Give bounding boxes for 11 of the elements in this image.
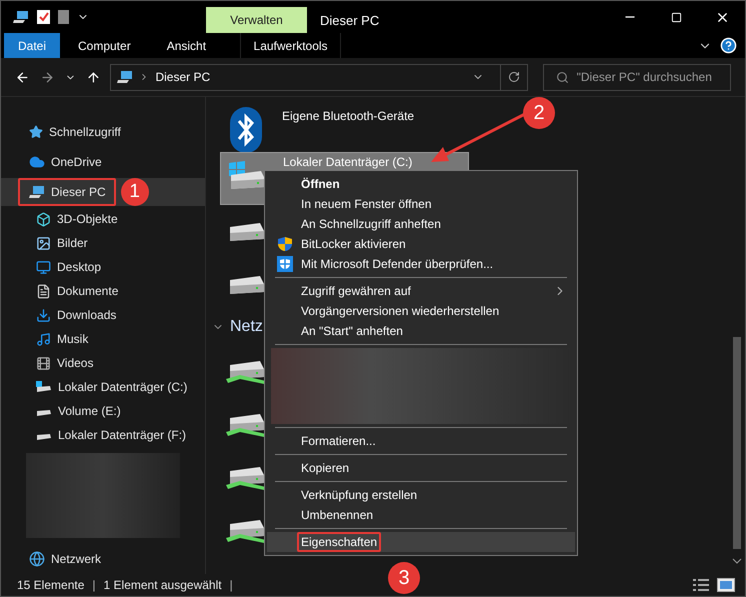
context-tab-header: Verwalten xyxy=(206,7,307,33)
status-text: | xyxy=(230,577,233,594)
address-path: Dieser PC xyxy=(155,69,210,86)
step-number-badge: 3 xyxy=(388,562,420,594)
status-text: 15 Elemente xyxy=(17,577,84,594)
step-number-badge: 1 xyxy=(120,178,149,206)
status-text: | xyxy=(92,577,96,594)
group-header: Netz xyxy=(230,317,263,337)
window-title: Dieser PC xyxy=(319,12,380,30)
status-text: 1 Element ausgewählt xyxy=(104,577,222,594)
step-number-badge: 2 xyxy=(523,97,555,129)
